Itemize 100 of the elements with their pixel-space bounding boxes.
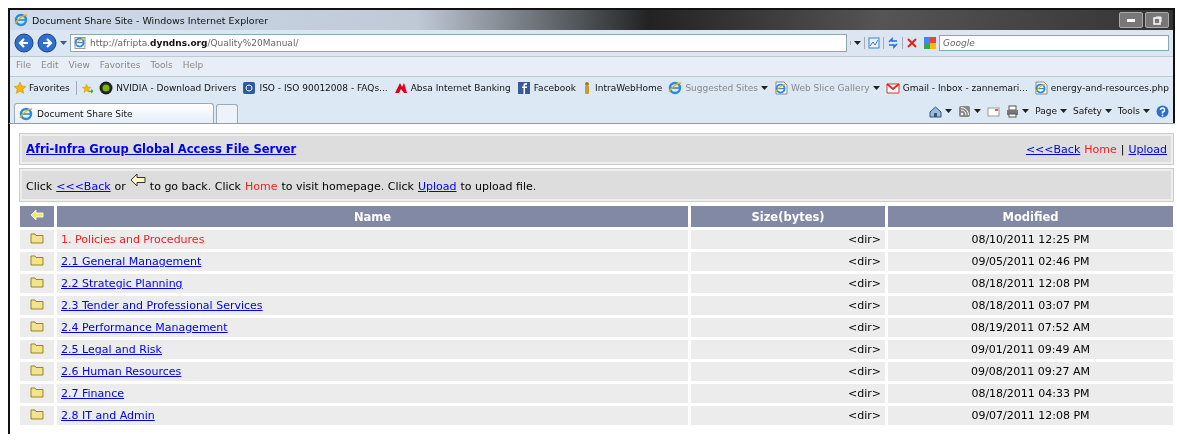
table-cell: <dir> <box>691 274 885 293</box>
folder-icon <box>30 276 44 288</box>
folder-icon <box>30 298 44 310</box>
table-cell: <dir> <box>691 252 885 271</box>
favorite-link[interactable]: Facebook <box>516 81 577 95</box>
minimize-button[interactable] <box>1119 12 1143 28</box>
folder-link[interactable]: 2.5 Legal and Risk <box>61 343 162 356</box>
table-cell: <dir> <box>691 406 885 425</box>
table-cell: <dir> <box>691 340 885 359</box>
square-logo-icon <box>242 81 257 95</box>
page-icon <box>1033 81 1048 95</box>
home-button[interactable] <box>929 104 953 118</box>
minimize-icon <box>1127 18 1135 22</box>
feeds-icon <box>958 104 972 118</box>
favorite-link[interactable]: IntraWebHome <box>582 81 663 95</box>
print-icon <box>1006 104 1020 118</box>
favorites-button[interactable]: Favorites <box>14 82 70 94</box>
link[interactable]: <<<Back <box>56 179 111 193</box>
google-logo-icon <box>924 37 936 49</box>
browser-tab[interactable]: Document Share Site <box>14 103 214 123</box>
table-cell: 09/07/2011 12:08 PM <box>888 406 1173 425</box>
home-text: Home <box>1084 142 1117 156</box>
folder-icon <box>30 408 44 420</box>
caret-icon <box>1143 109 1150 113</box>
table-cell: 08/10/2011 12:25 PM <box>888 230 1173 249</box>
folder-icon <box>30 254 44 266</box>
link[interactable]: Upload <box>418 179 457 193</box>
table-cell: 08/18/2011 04:33 PM <box>888 384 1173 403</box>
text: | <box>1120 142 1125 156</box>
folder-link[interactable]: 2.6 Human Resources <box>61 365 182 378</box>
table-cell: <dir> <box>691 318 885 337</box>
text: to go back. Click <box>149 179 241 193</box>
caret-icon <box>945 109 953 113</box>
caret-icon <box>1022 109 1030 113</box>
caret-icon[interactable] <box>850 41 864 45</box>
text: to upload file. <box>460 179 537 193</box>
eye-logo-icon <box>99 81 114 95</box>
folder-link[interactable]: 2.1 General Management <box>61 255 202 268</box>
restore-icon <box>1152 15 1162 25</box>
mail-icon[interactable] <box>987 104 1001 118</box>
home-icon <box>929 104 943 118</box>
back-arrow-icon <box>129 173 146 187</box>
table-cell: <dir> <box>691 362 885 381</box>
print-button[interactable] <box>1006 104 1030 118</box>
mail-icon <box>885 81 900 95</box>
favorite-link[interactable]: Gmail - Inbox - zannemari... <box>885 81 1028 95</box>
favorite-link[interactable]: NVIDIA - Download Drivers <box>99 81 237 95</box>
window-title: Document Share Site - Windows Internet Explorer <box>32 14 269 26</box>
table-cell: 09/05/2011 02:46 PM <box>888 252 1173 271</box>
table-cell: 08/18/2011 12:08 PM <box>888 274 1173 293</box>
search-field[interactable]: Google <box>939 35 1169 51</box>
favorite-link[interactable]: energy-and-resources.php <box>1033 81 1169 95</box>
address-field[interactable]: http://afripta.dyndns.org/Quality%20Manual/ <box>70 34 847 52</box>
folder-link[interactable]: 2.8 IT and Admin <box>61 409 155 422</box>
logo-icon <box>393 81 408 95</box>
folder-icon <box>30 342 44 354</box>
restore-button[interactable] <box>1145 12 1169 28</box>
text: to visit homepage. Click <box>281 179 414 193</box>
folder-icon <box>30 386 44 398</box>
favorite-link[interactable]: Absa Internet Banking <box>393 81 511 95</box>
folder-link[interactable]: 1. Policies and Procedures <box>61 233 205 246</box>
feeds-button[interactable] <box>958 104 982 118</box>
text: or <box>114 179 126 193</box>
forward-icon[interactable] <box>37 33 57 53</box>
caret-icon <box>1060 109 1068 113</box>
back-arrow-icon <box>30 209 44 221</box>
command-menu[interactable]: Tools <box>1117 106 1150 116</box>
star-icon <box>14 82 26 94</box>
command-menu[interactable]: Page <box>1035 106 1068 116</box>
up-button[interactable] <box>20 206 54 227</box>
home-text: Home <box>244 179 278 193</box>
folder-icon <box>30 232 44 244</box>
table-cell: <dir> <box>691 384 885 403</box>
page-icon <box>74 37 86 49</box>
site-title-link[interactable]: Afri-Infra Group Global Access File Server <box>26 142 297 156</box>
table-cell: 08/18/2011 03:07 PM <box>888 296 1173 315</box>
folder-link[interactable]: 2.4 Performance Management <box>61 321 228 334</box>
ie-logo-icon <box>668 81 683 95</box>
facebook-square-icon <box>516 81 531 95</box>
page-icon <box>774 81 789 95</box>
folder-link[interactable]: 2.7 Finance <box>61 387 125 400</box>
table-cell: 09/08/2011 09:27 AM <box>888 362 1173 381</box>
table-cell: <dir> <box>691 296 885 315</box>
folder-icon <box>30 364 44 376</box>
caret-icon <box>974 109 982 113</box>
ie-logo-icon <box>14 13 28 27</box>
ie-logo-icon <box>19 106 33 121</box>
link[interactable]: Upload <box>1128 142 1167 156</box>
caret-icon <box>1104 109 1112 113</box>
text: Click <box>26 179 53 193</box>
table-cell: <dir> <box>691 230 885 249</box>
folder-link[interactable]: 2.2 Strategic Planning <box>61 277 183 290</box>
help-icon[interactable] <box>1156 104 1169 118</box>
folder-icon <box>30 320 44 332</box>
favorite-link[interactable]: ISO - ISO 90012008 - FAQs... <box>242 81 388 95</box>
link[interactable]: <<<Back <box>1025 142 1081 156</box>
table-cell: 08/19/2011 07:52 AM <box>888 318 1173 337</box>
back-icon[interactable] <box>14 33 34 53</box>
table-cell: 09/01/2011 09:49 AM <box>888 340 1173 359</box>
command-menu[interactable]: Safety <box>1073 106 1112 116</box>
